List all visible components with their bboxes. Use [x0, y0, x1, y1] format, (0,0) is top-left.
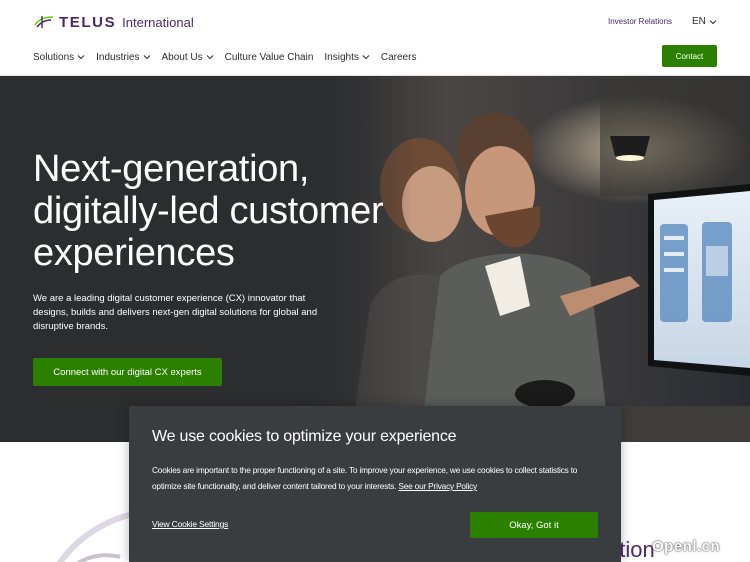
nav-item-about-us[interactable]: About Us — [162, 50, 214, 64]
chevron-down-icon — [362, 55, 370, 60]
telus-leaf-icon — [34, 16, 54, 28]
cookie-settings-link[interactable]: View Cookie Settings — [152, 519, 228, 529]
nav-item-label: Solutions — [33, 51, 75, 63]
hero-title: Next-generation, digitally-led customer … — [33, 148, 453, 274]
language-selector[interactable]: EN — [692, 16, 717, 27]
nav-item-culture-value-chain[interactable]: Culture Value Chain — [225, 50, 314, 64]
cookie-title: We use cookies to optimize your experien… — [152, 428, 457, 445]
accept-cookies-button[interactable]: Okay, Got it — [470, 512, 598, 538]
chevron-down-icon — [143, 55, 150, 60]
site-header: TELUS International Investor Relations E… — [0, 0, 750, 76]
telus-international-logo[interactable]: TELUS International — [33, 12, 194, 32]
chevron-down-icon — [77, 55, 85, 60]
logo-brand: TELUS — [59, 13, 117, 31]
hero-section: Next-generation, digitally-led customer … — [0, 76, 750, 442]
watermark: Openl.cn — [652, 538, 721, 555]
hero-title-line: Next-generation, — [33, 148, 310, 190]
cookie-banner: We use cookies to optimize your experien… — [129, 406, 621, 562]
hero-description: We are a leading digital customer experi… — [33, 293, 318, 332]
nav-item-label: Culture Value Chain — [224, 51, 314, 63]
contact-button[interactable]: Contact — [662, 45, 717, 67]
nav-item-insights[interactable]: Insights — [324, 50, 370, 64]
nav-item-careers[interactable]: Careers — [381, 50, 417, 64]
cookie-body: Cookies are important to the proper func… — [152, 462, 602, 494]
connect-cx-experts-button[interactable]: Connect with our digital CX experts — [33, 358, 222, 386]
nav-item-label: Industries — [96, 51, 140, 63]
nav-item-label: Insights — [324, 51, 359, 63]
privacy-policy-link[interactable]: See our Privacy Policy — [398, 481, 477, 491]
nav-item-industries[interactable]: Industries — [96, 50, 150, 64]
investor-relations-link[interactable]: Investor Relations — [608, 17, 672, 26]
chevron-down-icon — [709, 19, 717, 24]
nav-item-label: About Us — [161, 51, 203, 63]
hero-title-line: experiences — [33, 232, 235, 274]
hero-title-line: digitally-led customer — [33, 190, 384, 232]
main-nav: Solutions Industries About Us Culture Va… — [33, 50, 427, 64]
chevron-down-icon — [206, 55, 213, 60]
logo-sub: International — [122, 14, 194, 30]
language-label: EN — [692, 16, 706, 27]
nav-item-solutions[interactable]: Solutions — [33, 50, 85, 64]
nav-item-label: Careers — [380, 51, 417, 63]
cookie-body-text: Cookies are important to the proper func… — [152, 465, 578, 491]
